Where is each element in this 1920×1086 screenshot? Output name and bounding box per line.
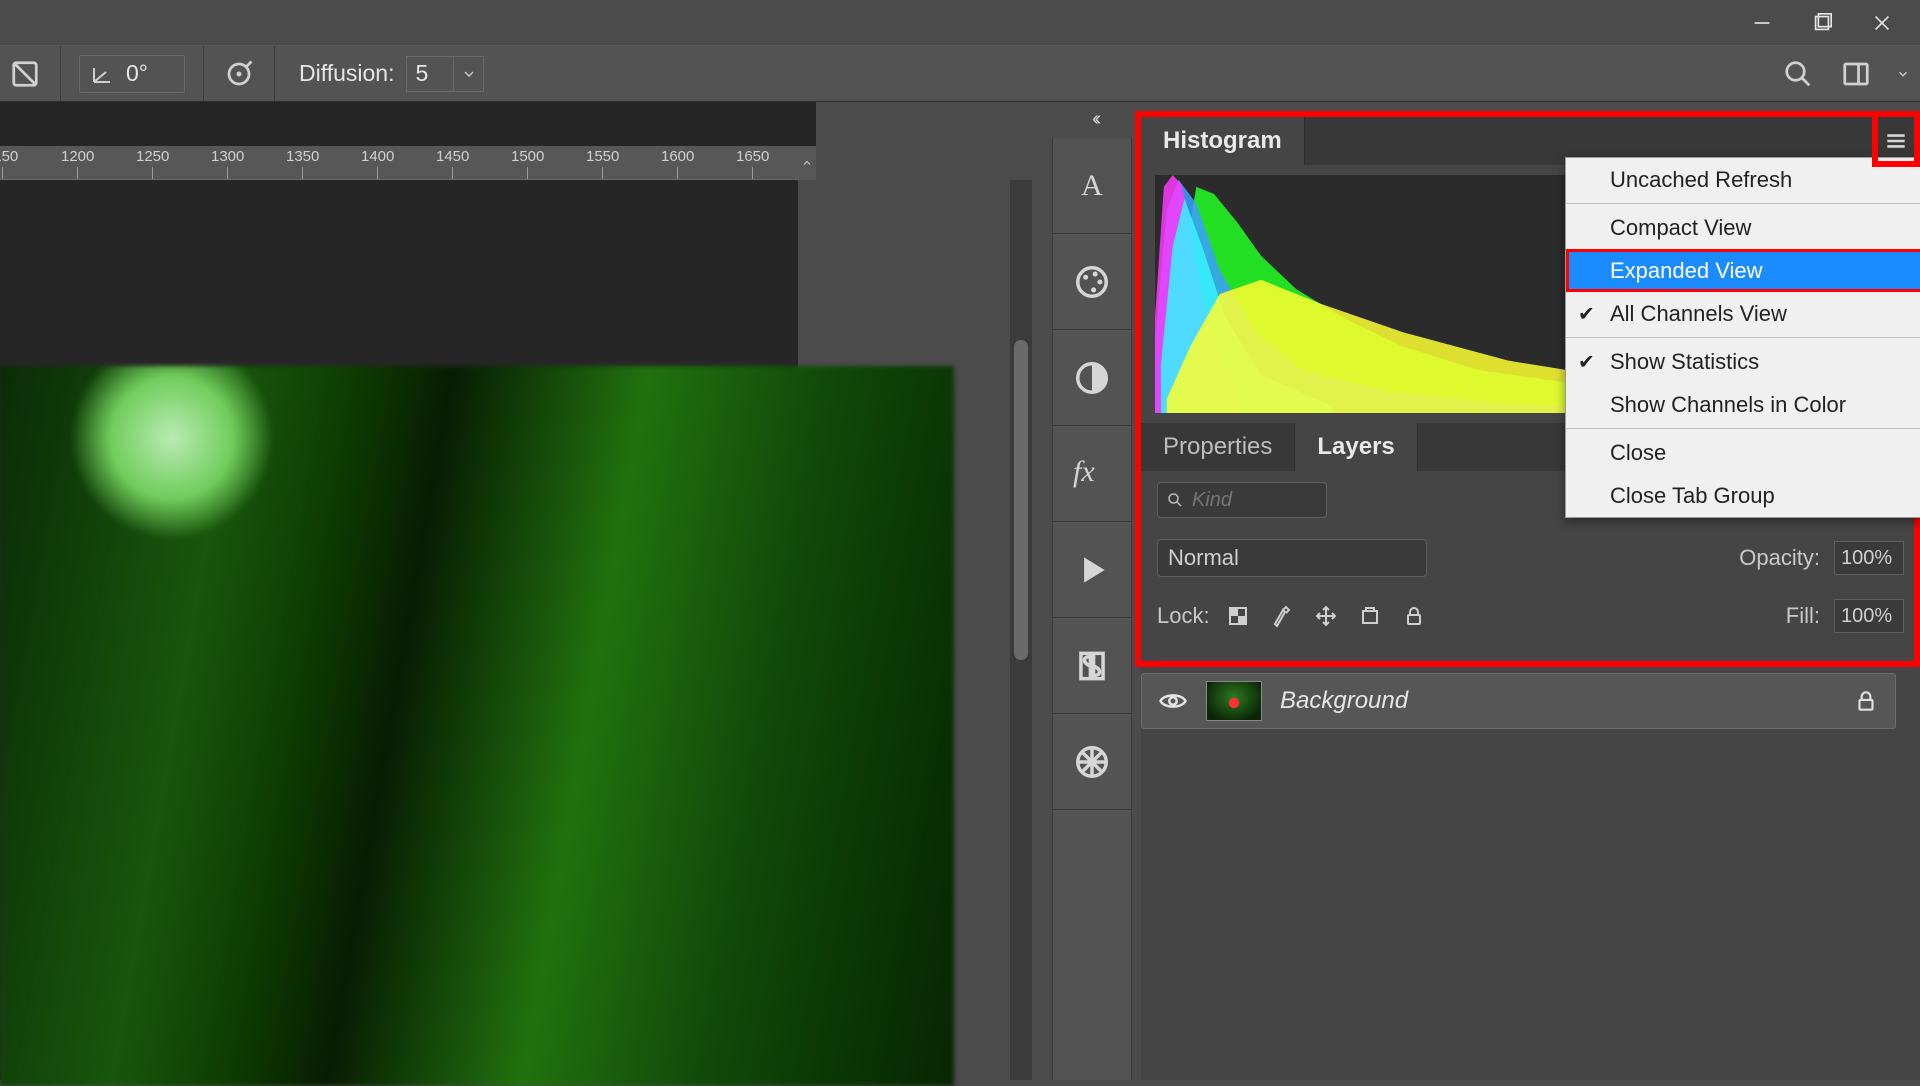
canvas-area[interactable] bbox=[0, 180, 798, 1080]
navigator-panel-button[interactable] bbox=[1053, 714, 1131, 810]
canvas-vertical-scrollbar[interactable] bbox=[1010, 180, 1032, 1080]
lock-all-icon[interactable] bbox=[1400, 602, 1428, 630]
styles-panel-button[interactable]: fx bbox=[1053, 426, 1131, 522]
actions-panel-button[interactable] bbox=[1053, 522, 1131, 618]
menu-item-all-channels-view[interactable]: ✔All Channels View bbox=[1566, 292, 1920, 335]
fill-label: Fill: bbox=[1786, 603, 1820, 629]
lock-label: Lock: bbox=[1157, 603, 1210, 629]
layer-list: Background bbox=[1141, 667, 1896, 729]
window-minimize-button[interactable] bbox=[1732, 0, 1792, 45]
document-image bbox=[0, 366, 954, 1086]
layer-name[interactable]: Background bbox=[1280, 687, 1408, 715]
menu-separator bbox=[1566, 337, 1920, 338]
lock-transparency-icon[interactable] bbox=[1224, 602, 1252, 630]
workspace-chevron-icon[interactable] bbox=[1894, 54, 1912, 94]
angle-icon bbox=[90, 62, 114, 86]
lock-pixels-icon[interactable] bbox=[1268, 602, 1296, 630]
swatches-panel-button[interactable] bbox=[1053, 234, 1131, 330]
blend-mode-select[interactable]: Normal bbox=[1157, 539, 1427, 577]
tab-histogram[interactable]: Histogram bbox=[1141, 117, 1305, 165]
document-tab-strip bbox=[0, 102, 816, 146]
workspace-icon[interactable] bbox=[1836, 54, 1876, 94]
search-icon bbox=[1166, 491, 1184, 509]
layer-row-background[interactable]: Background bbox=[1141, 673, 1896, 729]
ruler-tick: 1400 bbox=[361, 146, 394, 179]
lock-artboard-icon[interactable] bbox=[1356, 602, 1384, 630]
layer-filter-search[interactable] bbox=[1157, 482, 1327, 518]
scrollbar-thumb[interactable] bbox=[1014, 340, 1028, 660]
window-maximize-button[interactable] bbox=[1792, 0, 1852, 45]
menu-item-show-statistics[interactable]: ✔Show Statistics bbox=[1566, 340, 1920, 383]
ruler-tick: 1250 bbox=[136, 146, 169, 179]
layer-filter-input[interactable] bbox=[1192, 489, 1302, 512]
check-icon: ✔ bbox=[1578, 301, 1595, 326]
angle-input[interactable] bbox=[126, 60, 174, 87]
window-titlebar bbox=[0, 0, 1920, 45]
sample-icon[interactable] bbox=[8, 57, 42, 91]
adjustments-panel-button[interactable] bbox=[1053, 330, 1131, 426]
layers-panel: Properties Layers Normal Opacity: Lock: bbox=[1141, 423, 1920, 1080]
layer-lock-icon[interactable] bbox=[1853, 688, 1879, 714]
options-bar: Diffusion: bbox=[0, 45, 1920, 102]
tab-layers[interactable]: Layers bbox=[1295, 423, 1417, 471]
menu-item-close-tab-group[interactable]: Close Tab Group bbox=[1566, 474, 1920, 517]
menu-separator bbox=[1566, 428, 1920, 429]
ruler-tick: 1650 bbox=[736, 146, 769, 179]
ruler-tick: 1600 bbox=[661, 146, 694, 179]
character-panel-button[interactable]: A bbox=[1053, 138, 1131, 234]
horizontal-ruler[interactable]: 1150 1200 1250 1300 1350 1400 1450 1500 1550 1600… bbox=[0, 146, 798, 180]
tab-properties[interactable]: Properties bbox=[1141, 423, 1295, 471]
window-close-button[interactable] bbox=[1852, 0, 1912, 45]
menu-item-close[interactable]: Close bbox=[1566, 431, 1920, 474]
ruler-tick: 1450 bbox=[436, 146, 469, 179]
lock-position-icon[interactable] bbox=[1312, 602, 1340, 630]
search-icon[interactable] bbox=[1778, 54, 1818, 94]
target-icon[interactable] bbox=[222, 57, 256, 91]
diffusion-label: Diffusion: bbox=[299, 60, 394, 87]
ruler-tick: 1500 bbox=[511, 146, 544, 179]
ruler-tick: 1350 bbox=[286, 146, 319, 179]
menu-item-compact-view[interactable]: Compact View bbox=[1566, 206, 1920, 249]
collapsed-panel-strip: A fx bbox=[1052, 138, 1132, 1080]
menu-item-show-channels-in-color[interactable]: Show Channels in Color bbox=[1566, 383, 1920, 426]
check-icon: ✔ bbox=[1578, 349, 1595, 374]
diffusion-dropdown-button[interactable] bbox=[454, 56, 484, 92]
ruler-tick: 1550 bbox=[586, 146, 619, 179]
ruler-tick: 1200 bbox=[61, 146, 94, 179]
ruler-tick: 1150 bbox=[0, 146, 18, 179]
opacity-label: Opacity: bbox=[1739, 545, 1820, 571]
menu-item-uncached-refresh[interactable]: Uncached Refresh bbox=[1566, 158, 1920, 201]
menu-item-expanded-view[interactable]: Expanded View bbox=[1566, 249, 1920, 292]
collapse-panels-button[interactable]: ‹‹ bbox=[1092, 102, 1097, 136]
history-panel-button[interactable] bbox=[1053, 618, 1131, 714]
ruler-scroll-up-button[interactable] bbox=[798, 146, 816, 180]
menu-separator bbox=[1566, 203, 1920, 204]
angle-field[interactable] bbox=[79, 55, 185, 93]
histogram-panel-flyout-menu: Uncached Refresh Compact View Expanded V… bbox=[1565, 157, 1920, 518]
layer-visibility-toggle[interactable] bbox=[1158, 686, 1188, 716]
opacity-input[interactable] bbox=[1834, 541, 1904, 575]
ruler-tick: 1300 bbox=[211, 146, 244, 179]
diffusion-input[interactable] bbox=[406, 56, 454, 92]
layer-thumbnail[interactable] bbox=[1206, 681, 1262, 721]
fill-input[interactable] bbox=[1834, 599, 1904, 633]
